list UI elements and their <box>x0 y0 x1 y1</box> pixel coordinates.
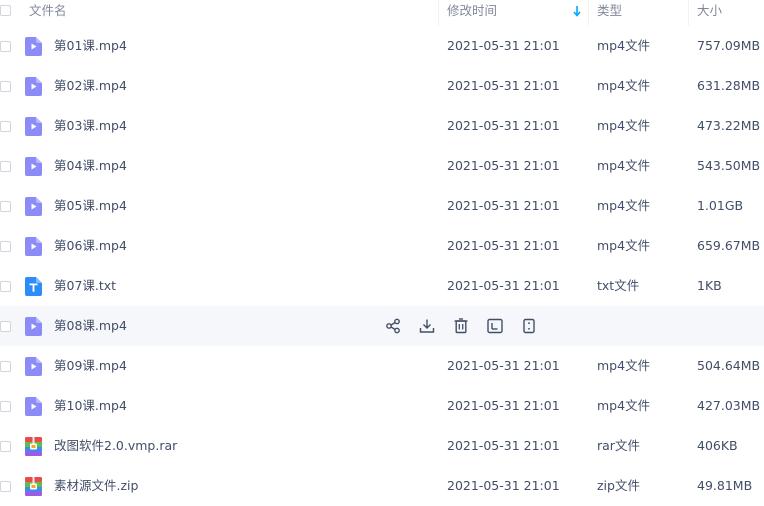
rename-icon[interactable] <box>485 316 505 336</box>
file-size: 49.81MB <box>697 478 753 493</box>
row-checkbox[interactable] <box>0 361 11 372</box>
select-all-checkbox[interactable] <box>0 5 11 16</box>
file-name-link[interactable]: 第10课.mp4 <box>54 386 127 426</box>
file-row[interactable]: 第01课.mp4 2021-05-31 21:01 mp4文件 757.09MB <box>0 26 764 66</box>
file-row[interactable]: 第08课.mp4 <box>0 306 764 346</box>
file-mtime: 2021-05-31 21:01 <box>447 118 560 133</box>
share-icon[interactable] <box>383 316 403 336</box>
file-list-header: 文件名 修改时间 类型 大小 <box>0 0 764 26</box>
row-checkbox[interactable] <box>0 281 11 292</box>
file-row[interactable]: 第04课.mp4 2021-05-31 21:01 mp4文件 543.50MB <box>0 146 764 186</box>
file-name-link[interactable]: 第01课.mp4 <box>54 26 127 66</box>
video-file-icon <box>25 157 42 176</box>
file-size: 427.03MB <box>697 398 761 413</box>
column-header-type[interactable]: 类型 <box>597 0 622 26</box>
file-mtime: 2021-05-31 21:01 <box>447 358 560 373</box>
row-checkbox[interactable] <box>0 81 11 92</box>
file-name-link[interactable]: 第02课.mp4 <box>54 66 127 106</box>
video-file-icon <box>25 397 42 416</box>
file-row[interactable]: 第02课.mp4 2021-05-31 21:01 mp4文件 631.28MB <box>0 66 764 106</box>
file-name-link[interactable]: 第07课.txt <box>54 266 116 306</box>
column-separator[interactable] <box>588 0 589 26</box>
file-mtime: 2021-05-31 21:01 <box>447 438 560 453</box>
text-file-icon <box>25 277 42 296</box>
file-row[interactable]: 第09课.mp4 2021-05-31 21:01 mp4文件 504.64MB <box>0 346 764 386</box>
file-type: mp4文件 <box>597 238 651 253</box>
file-type: mp4文件 <box>597 158 651 173</box>
video-file-icon <box>25 77 42 96</box>
file-name-link[interactable]: 第09课.mp4 <box>54 346 127 386</box>
column-separator[interactable] <box>438 0 439 26</box>
file-name-link[interactable]: 素材源文件.zip <box>54 466 138 506</box>
video-file-icon <box>25 237 42 256</box>
row-checkbox[interactable] <box>0 121 11 132</box>
sort-descending-icon[interactable] <box>572 4 582 18</box>
video-file-icon <box>25 197 42 216</box>
file-type: mp4文件 <box>597 38 651 53</box>
delete-icon[interactable] <box>451 316 471 336</box>
file-row[interactable]: 第07课.txt 2021-05-31 21:01 txt文件 1KB <box>0 266 764 306</box>
video-file-icon <box>25 117 42 136</box>
video-file-icon <box>25 357 42 376</box>
file-mtime: 2021-05-31 21:01 <box>447 38 560 53</box>
file-size: 406KB <box>697 438 738 453</box>
row-checkbox[interactable] <box>0 161 11 172</box>
file-mtime: 2021-05-31 21:01 <box>447 198 560 213</box>
file-row[interactable]: 素材源文件.zip 2021-05-31 21:01 zip文件 49.81MB <box>0 466 764 506</box>
file-name-link[interactable]: 第08课.mp4 <box>54 306 127 346</box>
file-size: 504.64MB <box>697 358 761 373</box>
row-checkbox[interactable] <box>0 241 11 252</box>
file-name-link[interactable]: 改图软件2.0.vmp.rar <box>54 426 177 466</box>
file-size: 543.50MB <box>697 158 761 173</box>
column-header-name[interactable]: 文件名 <box>29 0 67 26</box>
file-type: mp4文件 <box>597 198 651 213</box>
file-row[interactable]: 改图软件2.0.vmp.rar 2021-05-31 21:01 rar文件 406K… <box>0 426 764 466</box>
file-size: 659.67MB <box>697 238 761 253</box>
file-size: 1.01GB <box>697 198 744 213</box>
file-name-link[interactable]: 第03课.mp4 <box>54 106 127 146</box>
row-checkbox[interactable] <box>0 481 11 492</box>
file-type: mp4文件 <box>597 398 651 413</box>
download-icon[interactable] <box>417 316 437 336</box>
file-type: mp4文件 <box>597 78 651 93</box>
file-row[interactable]: 第06课.mp4 2021-05-31 21:01 mp4文件 659.67MB <box>0 226 764 266</box>
row-checkbox[interactable] <box>0 321 11 332</box>
file-mtime: 2021-05-31 21:01 <box>447 398 560 413</box>
file-size: 473.22MB <box>697 118 761 133</box>
video-file-icon <box>25 37 42 56</box>
video-file-icon <box>25 317 42 336</box>
file-row[interactable]: 第03课.mp4 2021-05-31 21:01 mp4文件 473.22MB <box>0 106 764 146</box>
file-mtime: 2021-05-31 21:01 <box>447 238 560 253</box>
file-type: mp4文件 <box>597 358 651 373</box>
file-row[interactable]: 第10课.mp4 2021-05-31 21:01 mp4文件 427.03MB <box>0 386 764 426</box>
file-type: mp4文件 <box>597 118 651 133</box>
file-size: 1KB <box>697 278 722 293</box>
file-mtime: 2021-05-31 21:01 <box>447 158 560 173</box>
file-mtime: 2021-05-31 21:01 <box>447 278 560 293</box>
file-name-link[interactable]: 第04课.mp4 <box>54 146 127 186</box>
file-name-link[interactable]: 第06课.mp4 <box>54 226 127 266</box>
file-mtime: 2021-05-31 21:01 <box>447 78 560 93</box>
file-size: 631.28MB <box>697 78 761 93</box>
file-size: 757.09MB <box>697 38 761 53</box>
row-checkbox[interactable] <box>0 441 11 452</box>
file-name-link[interactable]: 第05课.mp4 <box>54 186 127 226</box>
file-type: zip文件 <box>597 478 640 493</box>
archive-file-icon <box>25 477 42 496</box>
row-checkbox[interactable] <box>0 401 11 412</box>
file-type: rar文件 <box>597 438 640 453</box>
row-checkbox[interactable] <box>0 41 11 52</box>
file-row[interactable]: 第05课.mp4 2021-05-31 21:01 mp4文件 1.01GB <box>0 186 764 226</box>
archive-file-icon <box>25 437 42 456</box>
file-mtime: 2021-05-31 21:01 <box>447 478 560 493</box>
row-checkbox[interactable] <box>0 201 11 212</box>
column-separator[interactable] <box>688 0 689 26</box>
file-type: txt文件 <box>597 278 640 293</box>
column-header-mtime[interactable]: 修改时间 <box>447 0 497 26</box>
more-icon[interactable] <box>519 316 539 336</box>
column-header-size[interactable]: 大小 <box>697 0 722 26</box>
